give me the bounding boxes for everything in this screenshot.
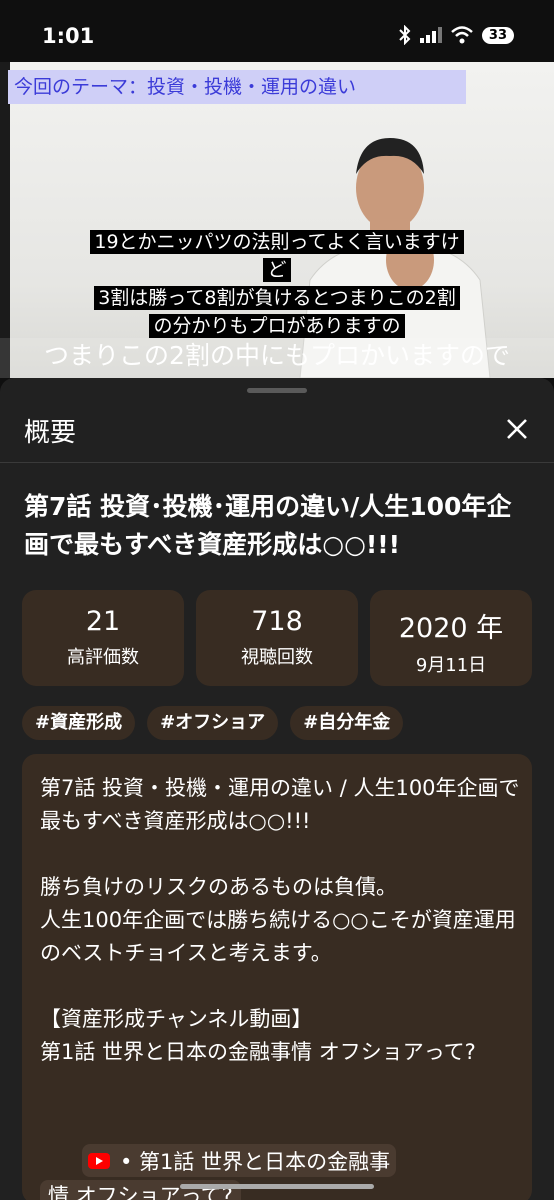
linked-video-chip-line[interactable]: • 第1話 世界と日本の金融事 xyxy=(82,1144,397,1177)
drag-handle[interactable] xyxy=(247,388,307,393)
description-box: 第7話 投資・投機・運用の違い / 人生100年企画で最もすべき資産形成は○○!… xyxy=(22,754,532,1200)
subtitle-line: 19とかニッパツの法則ってよく言いますけ xyxy=(90,230,464,254)
likes-stat: 21 高評価数 xyxy=(22,590,184,686)
sheet-title: 概要 xyxy=(24,418,77,448)
sheet-header: 概要 xyxy=(0,398,554,463)
description-line: 【資産形成チャンネル動画】 xyxy=(40,1007,313,1031)
hashtag-chip[interactable]: #自分年金 xyxy=(290,706,404,740)
status-icons: 33 xyxy=(398,25,514,45)
subtitle-line: 3割は勝って8割が負けるとつまりこの2割 xyxy=(94,286,460,310)
video-player[interactable]: 今回のテーマ：投資・投機・運用の違い 19とかニッパツの法則ってよく言いますけ … xyxy=(0,62,554,378)
date-stat: 2020 年 9月11日 xyxy=(370,590,532,686)
youtube-icon xyxy=(88,1152,110,1169)
stat-label: 視聴回数 xyxy=(241,647,313,668)
burned-in-caption: つまりこの2割の中にもプロかいますので xyxy=(0,338,554,378)
description-text: 第7話 投資・投機・運用の違い / 人生100年企画で最もすべき資産形成は○○!… xyxy=(40,772,520,1069)
linked-video-title-cont[interactable]: 情 オフショアって? xyxy=(40,1180,241,1200)
status-bar: 1:01 33 xyxy=(0,0,554,70)
stat-label: 高評価数 xyxy=(67,647,139,668)
video-title: 第7話 投資･投機･運用の違い/人生100年企画で最もすべき資産形成は○○!!! xyxy=(24,492,512,559)
status-time: 1:01 xyxy=(42,24,95,48)
description-line: 第7話 投資・投機・運用の違い / 人生100年企画で最もすべき資産形成は○○!… xyxy=(40,776,520,833)
stat-label: 9月11日 xyxy=(415,655,487,676)
hashtag-chip[interactable]: #オフショア xyxy=(147,706,279,740)
description-line: 第1話 世界と日本の金融事情 オフショアって? xyxy=(40,1040,476,1064)
linked-video-title[interactable]: • 第1話 世界と日本の金融事 xyxy=(120,1146,390,1176)
signal-icon xyxy=(419,27,442,43)
subtitle-line: ど xyxy=(263,258,291,282)
subtitle-line: の分かりもプロがありますの xyxy=(149,314,405,338)
bluetooth-icon xyxy=(399,25,411,45)
home-indicator xyxy=(180,1184,374,1189)
stat-value: 21 xyxy=(85,606,121,637)
stats-row: 21 高評価数 718 視聴回数 2020 年 9月11日 xyxy=(22,590,532,686)
battery-indicator: 33 xyxy=(481,26,514,44)
description-line: 勝ち負けのリスクのあるものは負債。 xyxy=(40,875,397,899)
stat-value: 718 xyxy=(251,606,303,637)
stat-value: 2020 年 xyxy=(398,613,504,644)
subtitle-block: 19とかニッパツの法則ってよく言いますけ ど 3割は勝って8割が負けるとつまりこ… xyxy=(0,228,554,340)
hashtag-chip[interactable]: #資産形成 xyxy=(22,706,136,740)
views-stat: 718 視聴回数 xyxy=(196,590,358,686)
close-icon[interactable] xyxy=(500,412,534,446)
wifi-icon xyxy=(451,26,473,44)
theme-banner: 今回のテーマ：投資・投機・運用の違い xyxy=(8,70,466,104)
description-line: 人生100年企画では勝ち続ける○○こそが資産運用のベストチョイスと考えます。 xyxy=(40,908,516,965)
description-sheet: 概要 第7話 投資･投機･運用の違い/人生100年企画で最もすべき資産形成は○○… xyxy=(0,378,554,1200)
linked-video-chip[interactable]: • 第1話 世界と日本の金融事 情 オフショアって? xyxy=(40,1144,397,1200)
hashtag-row: #資産形成 #オフショア #自分年金 xyxy=(22,706,404,740)
